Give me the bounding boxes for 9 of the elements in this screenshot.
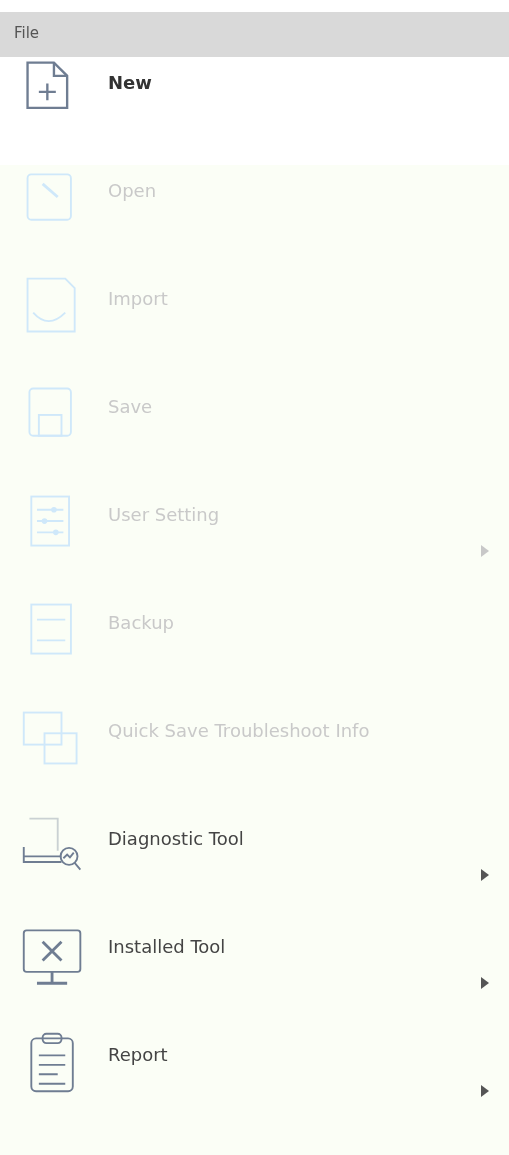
menu-label: New <box>108 71 152 95</box>
menu-label: Report <box>108 1043 168 1067</box>
menu-title: File <box>0 12 509 57</box>
menu-item[interactable]: New <box>0 57 509 165</box>
menu-item[interactable]: Report <box>0 1029 509 1137</box>
menu-item[interactable]: Installed Tool <box>0 921 509 1029</box>
menu-label: Installed Tool <box>108 935 226 959</box>
menu-label: Diagnostic Tool <box>108 827 244 851</box>
menu-item[interactable]: Diagnostic Tool <box>0 813 509 921</box>
